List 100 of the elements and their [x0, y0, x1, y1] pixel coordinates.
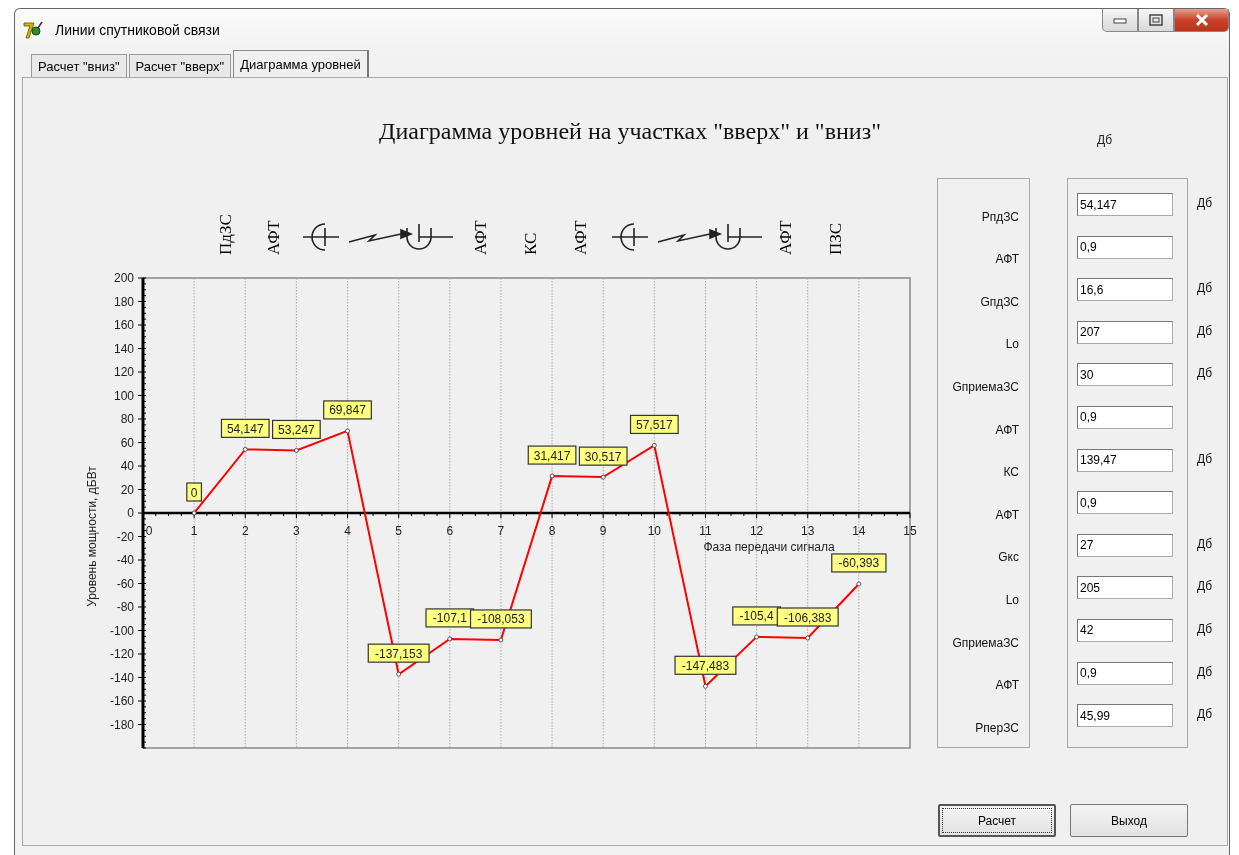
stage-label: АФТ — [571, 220, 590, 255]
y-tick-label: -100 — [109, 623, 134, 638]
y-tick-label: 40 — [120, 459, 134, 473]
value-field[interactable]: 0,9 — [1077, 405, 1173, 429]
unit-label: Дб — [1197, 323, 1212, 338]
x-tick-label: 1 — [190, 524, 198, 538]
unit-header: Дб — [1097, 133, 1112, 147]
x-tick-label: 14 — [852, 524, 866, 538]
value-label: -105,4 — [732, 606, 781, 626]
value-field[interactable]: 0,9 — [1077, 661, 1173, 685]
data-point — [805, 635, 811, 641]
value-label: -147,483 — [674, 655, 737, 675]
data-point — [754, 634, 759, 640]
x-tick-label: 10 — [647, 524, 661, 538]
minimize-button[interactable] — [1102, 9, 1138, 32]
unit-label: Дб — [1197, 664, 1212, 679]
value-field[interactable]: 16,6 — [1077, 278, 1173, 302]
dialog-button[interactable]: Выход — [1070, 804, 1188, 837]
app-icon — [23, 21, 43, 39]
value-label: 69,847 — [323, 400, 372, 420]
x-tick-label: 4 — [344, 524, 351, 538]
x-tick-label: 13 — [801, 524, 815, 538]
y-tick-label: -140 — [109, 670, 134, 685]
unit-label: Дб — [1197, 707, 1212, 722]
value-field[interactable]: 54,147 — [1077, 193, 1173, 216]
unit-label: Дб — [1197, 281, 1212, 296]
close-button[interactable] — [1174, 9, 1229, 32]
value-label: -106,383 — [776, 607, 839, 627]
data-point — [396, 671, 402, 677]
data-point — [447, 636, 453, 642]
value-field[interactable]: 207 — [1077, 320, 1173, 344]
param-label: GприемаЗС — [952, 379, 1019, 394]
y-tick-label: -60 — [116, 576, 134, 591]
y-tick-label: 120 — [113, 365, 134, 379]
unit-label: Дб — [1197, 366, 1212, 381]
x-tick-label: 11 — [699, 524, 712, 538]
value-field[interactable]: 27 — [1077, 533, 1173, 557]
stage-label: ПдЗС — [216, 214, 235, 255]
unit-label: Дб — [1197, 621, 1212, 636]
maximize-icon — [1149, 14, 1163, 26]
value-field[interactable]: 205 — [1077, 576, 1173, 600]
y-tick-label: 200 — [113, 271, 134, 285]
data-point — [549, 473, 555, 479]
param-label: Gкс — [998, 550, 1019, 565]
x-tick-label: 12 — [749, 524, 764, 538]
x-tick-label: 8 — [548, 524, 556, 538]
data-point — [856, 581, 862, 587]
value-field[interactable]: 0,9 — [1077, 491, 1173, 515]
value-label: -108,053 — [469, 609, 532, 629]
stage-label: АФТ — [264, 220, 283, 255]
x-tick-label: 5 — [395, 524, 402, 538]
y-tick-label: 180 — [113, 294, 134, 309]
unit-label: Дб — [1197, 536, 1212, 551]
param-label: PпдЗС — [981, 209, 1019, 224]
tab[interactable]: Диаграмма уровней — [233, 50, 369, 77]
value-field[interactable]: 30 — [1077, 363, 1173, 387]
value-label: 31,417 — [527, 445, 577, 465]
x-tick-label: 0 — [145, 524, 153, 538]
tab[interactable]: Расчет "вниз" — [31, 54, 127, 77]
value-field[interactable]: 42 — [1077, 618, 1173, 642]
y-tick-label: 100 — [113, 388, 134, 403]
value-field[interactable]: 139,47 — [1077, 448, 1173, 472]
param-label: АФТ — [995, 422, 1019, 437]
y-tick-label: -120 — [109, 647, 134, 661]
stage-label: АФТ — [471, 220, 490, 255]
dialog-button[interactable]: Расчет — [938, 804, 1056, 837]
y-tick-label: -160 — [109, 694, 134, 708]
param-label: Lo — [1005, 592, 1019, 607]
value-label: 57,517 — [629, 414, 679, 435]
y-tick-label: 140 — [113, 341, 134, 356]
stage-label: АФТ — [776, 220, 795, 255]
maximize-button[interactable] — [1138, 9, 1174, 32]
data-point — [294, 448, 299, 453]
y-tick-label: 160 — [113, 318, 134, 332]
param-label: Lo — [1005, 337, 1019, 352]
value-label: -137,153 — [367, 643, 430, 663]
param-label: GприемаЗС — [952, 635, 1019, 650]
tab[interactable]: Расчет "вверх" — [128, 54, 232, 77]
value-field[interactable]: 0,9 — [1077, 235, 1173, 259]
x-axis-title: Фаза передачи сигнала — [703, 540, 835, 554]
y-tick-label: 20 — [120, 482, 134, 497]
data-point — [498, 637, 504, 643]
value-label: 54,147 — [220, 418, 270, 438]
data-point — [345, 428, 350, 434]
data-point — [651, 443, 657, 448]
chart-heading: Диаграмма уровней на участках "вверх" и "вниз" — [378, 118, 882, 145]
y-tick-label: -40 — [116, 553, 134, 567]
param-label: АФТ — [995, 252, 1019, 267]
param-label: АФТ — [995, 507, 1019, 522]
minimize-icon — [1113, 16, 1127, 24]
unit-label: Дб — [1197, 196, 1212, 210]
x-tick-label: 6 — [446, 524, 454, 538]
x-tick-label: 3 — [293, 524, 300, 538]
value-field[interactable]: 45,99 — [1077, 704, 1173, 728]
value-label: 53,247 — [272, 419, 321, 440]
param-label: КС — [1003, 465, 1019, 480]
value-label: -60,393 — [831, 553, 887, 573]
data-point — [242, 447, 248, 452]
data-point — [703, 683, 708, 689]
close-icon — [1193, 14, 1210, 26]
